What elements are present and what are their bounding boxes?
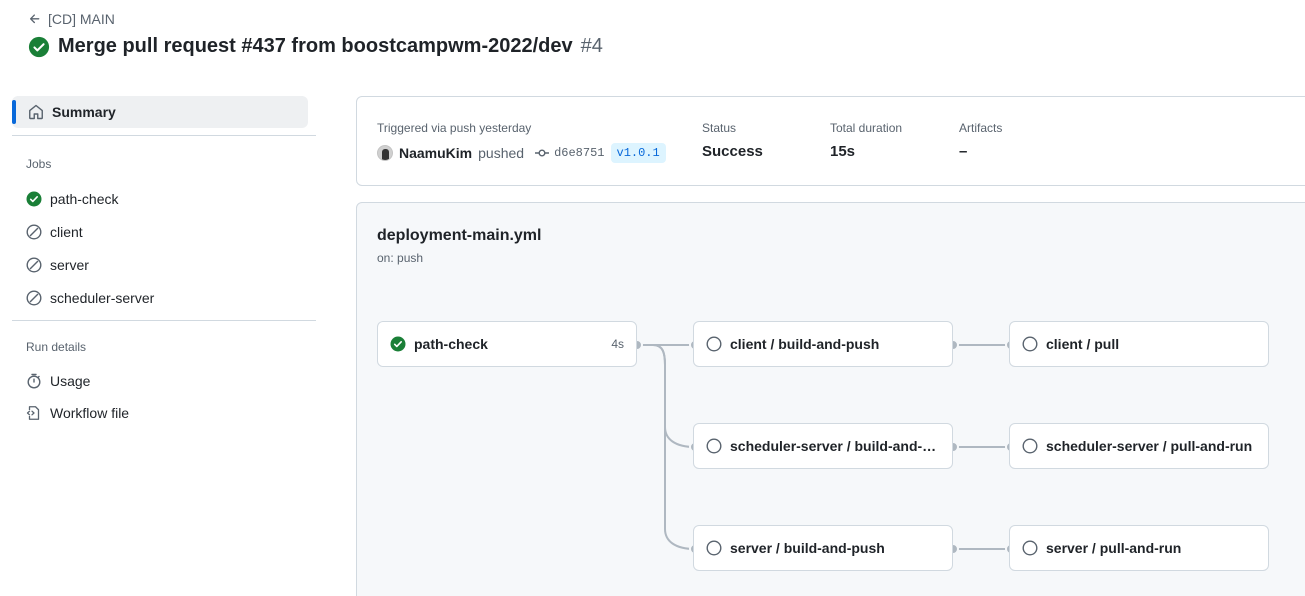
sidebar-item-scheduler-server[interactable]: scheduler-server [12, 281, 316, 314]
artifacts-label: Artifacts [959, 121, 1003, 135]
sidebar-item-path-check[interactable]: path-check [12, 182, 316, 215]
sidebar-item-usage[interactable]: Usage [12, 365, 316, 397]
success-check-icon [390, 336, 406, 352]
tag-badge[interactable]: v1.0.1 [610, 143, 666, 163]
duration-label: Total duration [830, 121, 903, 135]
pending-circle-icon [1022, 540, 1038, 556]
status-value: Success [702, 143, 763, 160]
sidebar-item-label: Summary [52, 104, 116, 120]
commit-link[interactable]: d6e8751 [534, 144, 605, 162]
pending-circle-icon [1022, 438, 1038, 454]
job-client-build-and-push[interactable]: client / build-and-push [693, 321, 953, 367]
skipped-icon [26, 289, 42, 306]
success-check-icon [28, 36, 50, 57]
arrow-left-icon [29, 14, 40, 24]
sidebar-item-workflow-file[interactable]: Workflow file [12, 397, 316, 429]
job-server-build-and-push[interactable]: server / build-and-push [693, 525, 953, 571]
run-details-heading: Run details [26, 340, 87, 354]
workflow-graph: deployment-main.yml on: push path-check … [356, 202, 1305, 596]
home-icon [29, 104, 43, 120]
skipped-icon [26, 223, 42, 240]
back-link-label: [CD] MAIN [48, 11, 115, 27]
duration-value: 15s [830, 143, 856, 160]
sidebar-item-label: Workflow file [50, 405, 130, 421]
action-text: pushed [478, 145, 525, 161]
back-link[interactable]: [CD] MAIN [28, 11, 115, 27]
job-duration: 4s [611, 337, 624, 351]
success-check-icon [26, 191, 42, 206]
sidebar-item-client[interactable]: client [12, 215, 316, 248]
job-server-pull-and-run[interactable]: server / pull-and-run [1009, 525, 1269, 571]
workflow-file-name: deployment-main.yml [377, 227, 542, 244]
sidebar-item-label: Usage [50, 373, 91, 389]
jobs-heading: Jobs [26, 157, 52, 171]
pending-circle-icon [706, 540, 722, 556]
run-title: Merge pull request #437 from boostcampwm… [58, 35, 573, 57]
skipped-icon [26, 256, 42, 273]
sidebar-item-server[interactable]: server [12, 248, 316, 281]
sidebar-item-label: scheduler-server [50, 289, 155, 306]
commit-icon [535, 149, 550, 157]
sidebar-item-label: path-check [50, 190, 119, 207]
job-label: path-check [414, 336, 488, 352]
job-label: scheduler-server / pull-and-run [1046, 438, 1253, 454]
actor-link[interactable]: NaamuKim [399, 144, 472, 162]
sidebar-item-label: client [50, 223, 83, 240]
trigger-info: Triggered via push yesterday NaamuKim pu… [377, 121, 666, 163]
avatar[interactable] [377, 145, 393, 161]
run-summary-card: Triggered via push yesterday NaamuKim pu… [356, 96, 1305, 186]
artifacts-info: Artifacts – [959, 121, 1002, 161]
run-number: #4 [580, 35, 603, 57]
file-code-icon [26, 406, 40, 420]
page-title: Merge pull request #437 from boostcampwm… [28, 35, 603, 58]
job-scheduler-server-build-and-push[interactable]: scheduler-server / build-and-push [693, 423, 953, 469]
stopwatch-icon [27, 373, 41, 389]
job-client-pull[interactable]: client / pull [1009, 321, 1269, 367]
job-label: client / pull [1046, 336, 1120, 352]
sidebar-item-summary[interactable]: Summary [12, 96, 308, 128]
job-scheduler-server-pull-and-run[interactable]: scheduler-server / pull-and-run [1009, 423, 1269, 469]
pending-circle-icon [706, 438, 722, 454]
job-label: server / pull-and-run [1046, 540, 1182, 556]
artifacts-value: – [959, 143, 968, 160]
status-info: Status Success [702, 121, 763, 161]
pending-circle-icon [706, 336, 722, 352]
sidebar: Summary Jobs path-check client server sc… [12, 96, 316, 429]
job-path-check[interactable]: path-check 4s [377, 321, 637, 367]
sidebar-item-label: server [50, 256, 89, 273]
job-label: server / build-and-push [730, 540, 885, 556]
pending-circle-icon [1022, 336, 1038, 352]
commit-sha: d6e8751 [554, 146, 605, 160]
duration-info: Total duration 15s [830, 121, 902, 161]
job-label: client / build-and-push [730, 336, 880, 352]
job-label: scheduler-server / build-and-push [730, 438, 940, 454]
status-label: Status [702, 121, 737, 135]
workflow-trigger: on: push [377, 251, 424, 265]
trigger-label: Triggered via push yesterday [377, 121, 532, 135]
